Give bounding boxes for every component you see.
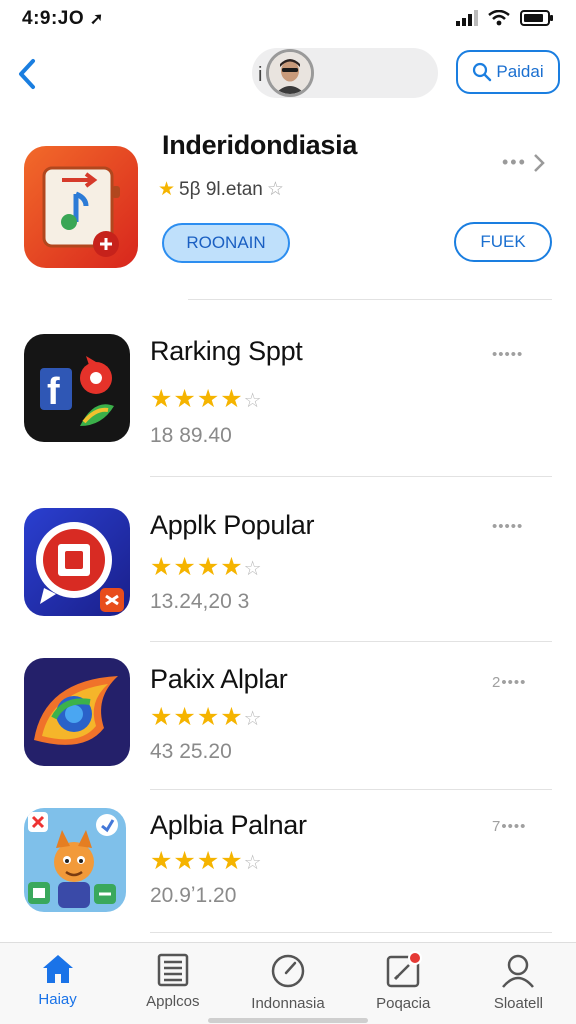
swirl-app-icon — [24, 658, 130, 766]
more-dots-icon: ••• — [502, 152, 527, 172]
person-icon — [502, 954, 535, 988]
list-item[interactable]: Aplbia Palnar ★★★★☆ 20.9ʼ1.20 7•••• — [0, 796, 576, 946]
tab-profile[interactable]: Sloatell — [461, 943, 576, 1024]
star-icon: ★★★★ — [150, 847, 244, 875]
app-meta: 43 25.20 — [150, 740, 232, 763]
status-time-text: 4:9:ЈО — [22, 8, 85, 29]
get-button[interactable]: ROONAIN — [162, 223, 290, 263]
star-icon: ★★★★ — [150, 553, 244, 581]
star-icon: ★★★★ — [150, 703, 244, 731]
featured-app: Inderidondiasia ★ 5β 9l.etan ☆ ••• ROONA… — [0, 120, 576, 300]
tab-explore[interactable]: Indonnasia — [230, 943, 345, 1024]
more-button[interactable]: ••• — [502, 152, 545, 173]
home-icon — [42, 955, 73, 983]
app-icon — [24, 508, 130, 616]
star-outline-icon: ☆ — [243, 708, 263, 730]
signal-icon — [456, 10, 478, 26]
search-icon — [473, 62, 492, 82]
popular-app-icon — [24, 508, 130, 616]
more-count: 2 — [492, 674, 502, 691]
featured-app-icon[interactable] — [24, 146, 138, 268]
list-icon — [157, 953, 189, 987]
nav-bar: i Paidai — [0, 40, 576, 110]
star-outline-icon: ☆ — [243, 390, 263, 412]
tab-label: Applcos — [146, 993, 200, 1010]
notification-badge — [407, 951, 422, 965]
tab-home[interactable]: Haiay — [0, 943, 115, 1024]
list-item[interactable]: Applk Popular ★★★★☆ 13.24,20 3 ••••• — [0, 492, 576, 642]
divider — [188, 299, 552, 300]
location-arrow-icon: ➚ — [89, 11, 104, 28]
star-outline-icon: ☆ — [266, 179, 284, 200]
star-outline-icon: ☆ — [243, 852, 263, 874]
featured-rating: ★ 5β 9l.etan ☆ — [158, 178, 284, 201]
text-cursor: i — [258, 64, 263, 86]
app-name: Pakix Alplar — [150, 664, 288, 694]
svg-text:f: f — [47, 371, 60, 413]
status-icons — [456, 10, 554, 26]
app-icon — [24, 808, 126, 912]
social-app-icon: f — [24, 334, 130, 442]
search-action-button[interactable]: Paidai — [456, 50, 560, 94]
app-name: Rarking Sppt — [150, 336, 303, 366]
secondary-button[interactable]: FUEK — [454, 222, 552, 262]
app-rating: ★★★★☆ — [150, 552, 263, 582]
featured-rating-text: 5β 9l.etan — [179, 178, 263, 200]
compass-icon — [271, 954, 305, 988]
more-dots-icon[interactable]: 2•••• — [492, 674, 526, 691]
app-name: Aplbia Palnar — [150, 810, 307, 840]
tab-updates[interactable]: Poqacia — [346, 943, 461, 1024]
chevron-left-icon — [19, 59, 35, 89]
more-dots-icon[interactable]: 7•••• — [492, 818, 526, 835]
status-time: 4:9:ЈО ➚ — [22, 8, 104, 30]
home-indicator — [208, 1018, 368, 1023]
star-icon: ★ — [158, 179, 176, 200]
divider — [150, 476, 552, 477]
featured-app-title: Inderidondiasia — [162, 130, 358, 160]
tab-label: Indonnasia — [251, 995, 325, 1012]
tab-bar: Haiay Applcos Indonnasia Poqacia Sloatel… — [0, 942, 576, 1024]
list-item[interactable]: f Rarking Sppt ★★★★☆ 18 89.40 ••••• — [0, 320, 576, 470]
chevron-right-icon — [534, 153, 545, 172]
more-dots-icon[interactable]: ••••• — [492, 518, 523, 535]
game-app-icon — [24, 808, 126, 912]
app-rating: ★★★★☆ — [150, 846, 263, 876]
tab-label: Sloatell — [493, 995, 544, 1012]
app-name: Applk Popular — [150, 510, 315, 540]
divider — [150, 789, 552, 790]
battery-icon — [520, 10, 553, 26]
more-count: 7 — [492, 818, 502, 835]
app-meta: 20.9ʼ1.20 — [150, 884, 237, 907]
tab-label: Poqacia — [376, 995, 431, 1012]
app-icon: f — [24, 334, 130, 442]
app-rating: ★★★★☆ — [150, 702, 263, 732]
list-item[interactable]: Pakix Alplar ★★★★☆ 43 25.20 2•••• — [0, 652, 576, 802]
app-rating: ★★★★☆ — [150, 384, 263, 414]
divider — [150, 641, 552, 642]
search-action-label: Paidai — [496, 62, 544, 81]
star-icon: ★★★★ — [150, 385, 244, 413]
search-field[interactable]: i — [252, 48, 438, 98]
avatar-portrait-icon — [269, 52, 311, 94]
divider — [150, 932, 552, 933]
back-button[interactable] — [10, 52, 44, 96]
tab-apps[interactable]: Applcos — [115, 943, 230, 1024]
app-icon — [24, 658, 130, 766]
avatar[interactable] — [266, 49, 314, 97]
tab-label: Haiay — [38, 991, 77, 1008]
more-dots-icon[interactable]: ••••• — [492, 346, 523, 363]
wifi-icon — [488, 10, 510, 26]
status-bar: 4:9:ЈО ➚ — [0, 0, 576, 40]
music-app-icon — [24, 146, 138, 268]
star-outline-icon: ☆ — [243, 558, 263, 580]
app-meta: 18 89.40 — [150, 424, 232, 447]
app-meta: 13.24,20 3 — [150, 590, 250, 613]
